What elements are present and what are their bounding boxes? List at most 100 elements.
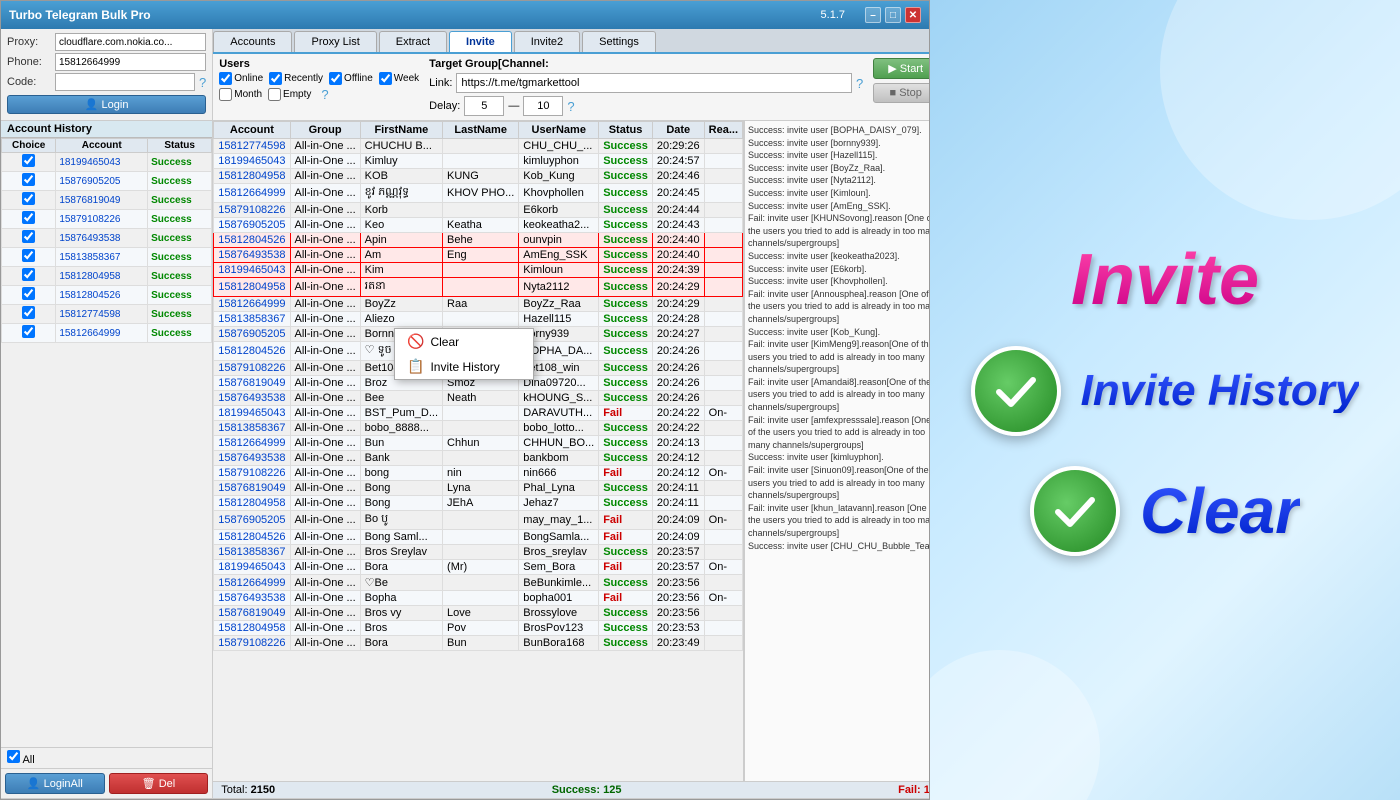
week-option[interactable]: Week — [379, 72, 419, 85]
cell-username: CHU_CHU_... — [519, 139, 599, 154]
row-choice[interactable] — [2, 248, 56, 267]
account-row: 15879108226 Success — [2, 210, 212, 229]
ctx-clear[interactable]: 🚫 Clear — [395, 329, 533, 354]
cell-group: All-in-One ... — [290, 606, 360, 621]
row-choice[interactable] — [2, 172, 56, 191]
cell-firstname: Bank — [360, 451, 442, 466]
tab-accounts[interactable]: Accounts — [213, 31, 292, 52]
table-row: 15812664999 All-in-One ... ខូវ ភណ្ណវុទ្ធ… — [214, 184, 743, 203]
cell-status: Success — [599, 263, 653, 278]
cell-firstname: BoyZz — [360, 297, 442, 312]
empty-option[interactable]: Empty — [268, 87, 311, 102]
cell-group: All-in-One ... — [290, 436, 360, 451]
cell-username: CHHUN_BO... — [519, 436, 599, 451]
cell-status: Success — [599, 233, 653, 248]
cell-reason — [704, 436, 742, 451]
row-choice[interactable] — [2, 153, 56, 172]
recently-option[interactable]: Recently — [269, 72, 323, 85]
delay-max-input[interactable] — [523, 96, 563, 116]
row-choice[interactable] — [2, 286, 56, 305]
offline-option[interactable]: Offline — [329, 72, 373, 85]
cell-reason — [704, 361, 742, 376]
tab-invite2[interactable]: Invite2 — [514, 31, 580, 52]
tab-extract[interactable]: Extract — [379, 31, 447, 52]
code-help-icon[interactable]: ? — [199, 75, 206, 90]
tab-proxy-list[interactable]: Proxy List — [294, 31, 376, 52]
row-account: 15876819049 — [56, 191, 148, 210]
proxy-input[interactable] — [55, 33, 206, 51]
status-bar: Total: 2150 Success: 125 Fail: 15 — [213, 781, 929, 798]
target-section: Target Group[Channel: Link: ? Delay: — ? — [429, 58, 863, 116]
cell-reason — [704, 233, 742, 248]
login-section: Proxy: Phone: Code: ? 👤 Login — [1, 29, 212, 121]
cell-date: 20:24:26 — [652, 376, 704, 391]
link-label: Link: — [429, 77, 452, 89]
right-panel: Invite Invite History Clear — [930, 0, 1400, 800]
code-input[interactable] — [55, 73, 195, 91]
row-choice[interactable] — [2, 324, 56, 343]
link-row: Link: ? — [429, 73, 863, 93]
users-help-icon[interactable]: ? — [321, 87, 328, 102]
delay-min-input[interactable] — [464, 96, 504, 116]
cell-firstname: Aliezo — [360, 312, 442, 327]
cell-firstname: KOB — [360, 169, 442, 184]
del-button[interactable]: 🗑 Del — [109, 773, 209, 794]
table-row: 15876493538 All-in-One ... Am Eng AmEng_… — [214, 248, 743, 263]
cell-group: All-in-One ... — [290, 327, 360, 342]
phone-input[interactable] — [55, 53, 206, 71]
login-button[interactable]: 👤 Login — [7, 95, 206, 114]
right-section: Accounts Proxy List Extract Invite Invit… — [213, 29, 929, 798]
window-controls: – □ ✕ — [865, 7, 921, 23]
row-choice[interactable] — [2, 191, 56, 210]
delay-help-icon[interactable]: ? — [567, 99, 574, 114]
stop-button[interactable]: ■ Stop — [873, 83, 929, 103]
cell-account: 18199465043 — [214, 154, 290, 169]
maximize-button[interactable]: □ — [885, 7, 901, 23]
cell-status: Success — [599, 342, 653, 361]
fail-count: Fail: 15 — [898, 784, 929, 796]
link-help-icon[interactable]: ? — [856, 76, 863, 91]
cell-firstname: Am — [360, 248, 442, 263]
row-account: 15812664999 — [56, 324, 148, 343]
cell-status: Success — [599, 421, 653, 436]
start-button[interactable]: ▶ Start — [873, 58, 929, 79]
cell-reason — [704, 451, 742, 466]
row-choice[interactable] — [2, 267, 56, 286]
start-icon: ▶ — [888, 63, 896, 75]
th-lastname: LastName — [443, 122, 519, 139]
cell-group: All-in-One ... — [290, 184, 360, 203]
ctx-invite-history[interactable]: 📋 Invite History — [395, 354, 533, 379]
cell-group: All-in-One ... — [290, 391, 360, 406]
main-table-container[interactable]: Account Group FirstName LastName UserNam… — [213, 121, 744, 781]
month-option[interactable]: Month — [219, 87, 262, 102]
cell-status: Success — [599, 312, 653, 327]
cell-date: 20:24:29 — [652, 278, 704, 297]
cell-firstname: Kim — [360, 263, 442, 278]
login-all-button[interactable]: 👤 LoginAll — [5, 773, 105, 794]
tab-invite[interactable]: Invite — [449, 31, 512, 52]
code-label: Code: — [7, 76, 51, 88]
account-row: 15812804526 Success — [2, 286, 212, 305]
close-button[interactable]: ✕ — [905, 7, 921, 23]
cell-username: kimluyphon — [519, 154, 599, 169]
cell-account: 15812664999 — [214, 184, 290, 203]
link-input[interactable] — [456, 73, 852, 93]
cell-group: All-in-One ... — [290, 406, 360, 421]
cell-date: 20:24:09 — [652, 511, 704, 530]
row-status: Success — [148, 153, 212, 172]
minimize-button[interactable]: – — [865, 7, 881, 23]
cell-date: 20:24:40 — [652, 248, 704, 263]
row-status: Success — [148, 305, 212, 324]
th-status: Status — [599, 122, 653, 139]
online-option[interactable]: Online — [219, 72, 263, 85]
row-choice[interactable] — [2, 210, 56, 229]
all-checkbox[interactable] — [7, 750, 20, 763]
cell-firstname: Kimluy — [360, 154, 442, 169]
cell-account: 18199465043 — [214, 560, 290, 575]
cell-lastname — [443, 263, 519, 278]
cell-group: All-in-One ... — [290, 376, 360, 391]
row-choice[interactable] — [2, 229, 56, 248]
cell-status: Fail — [599, 560, 653, 575]
tab-settings[interactable]: Settings — [582, 31, 656, 52]
row-choice[interactable] — [2, 305, 56, 324]
